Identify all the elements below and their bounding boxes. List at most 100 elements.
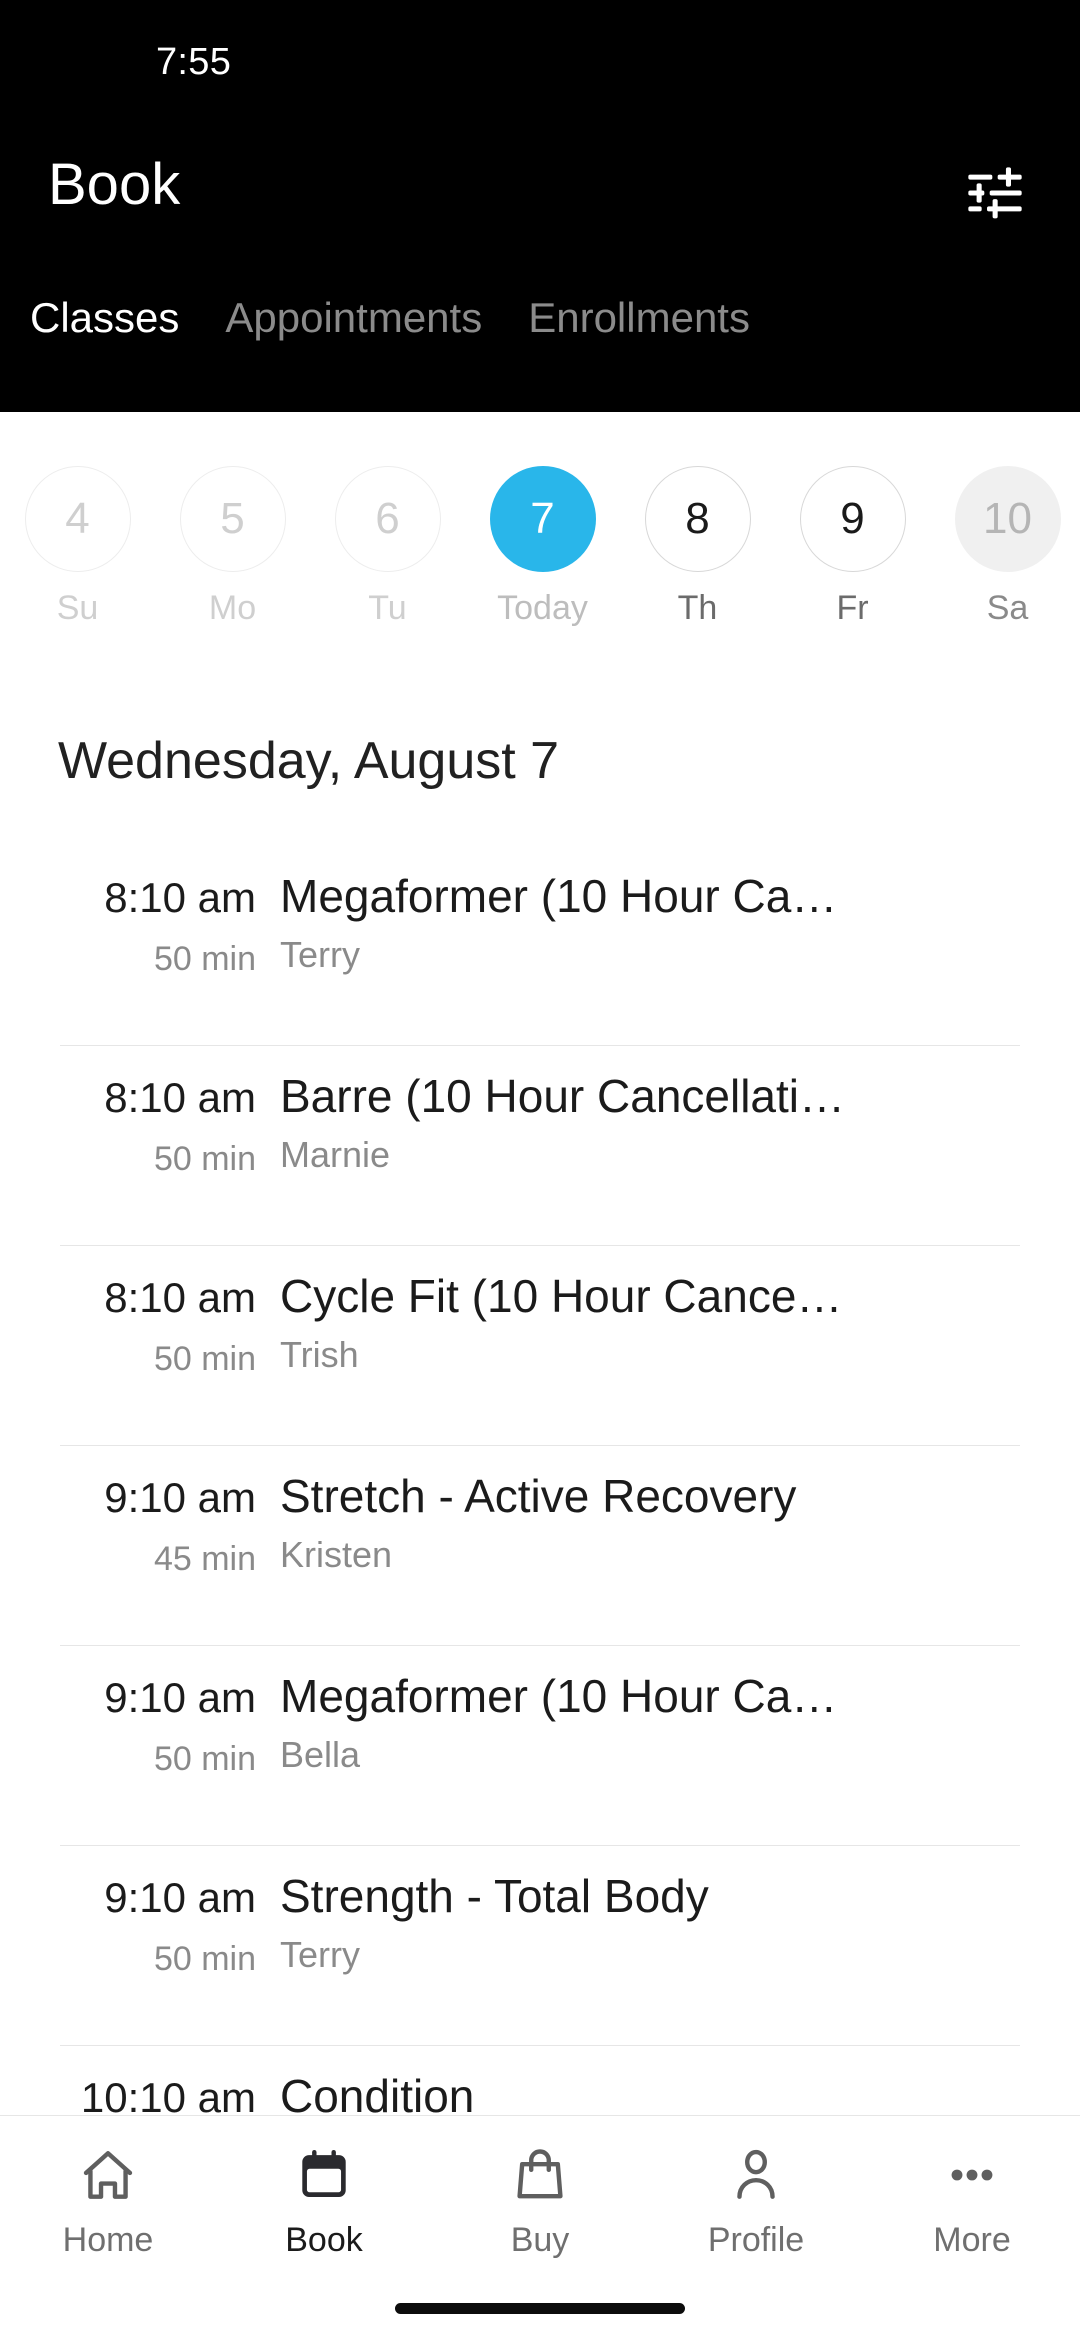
person-icon — [725, 2144, 787, 2206]
date-weekday: Fr — [836, 589, 869, 627]
date-weekday: Sa — [986, 589, 1029, 627]
class-time-column: 8:10 am 50 min — [0, 845, 280, 1045]
class-start-time: 9:10 am — [104, 1674, 256, 1721]
nav-item-more[interactable]: More — [864, 2144, 1080, 2260]
bag-icon — [509, 2144, 571, 2206]
app-screen: 7:55 Book Classes Appointments Enrollmen… — [0, 0, 1080, 2340]
class-list-item[interactable]: 9:10 am 50 min Megaformer (10 Hour Ca… B… — [0, 1645, 1080, 1845]
nav-label-more: More — [933, 2221, 1011, 2259]
date-number: 5 — [179, 466, 286, 572]
date-number: 4 — [24, 466, 131, 572]
title-bar: Book — [0, 120, 1080, 260]
date-number: 6 — [334, 466, 441, 572]
date-number: 8 — [644, 466, 751, 572]
class-info-column: Megaformer (10 Hour Ca… Terry — [280, 845, 1080, 1045]
class-instructor: Trish — [280, 1334, 359, 1375]
nav-item-home[interactable]: Home — [0, 2144, 216, 2260]
class-list-item[interactable]: 8:10 am 50 min Barre (10 Hour Cancellati… — [0, 1045, 1080, 1245]
class-list-item[interactable]: 8:10 am 50 min Megaformer (10 Hour Ca… T… — [0, 845, 1080, 1045]
date-cell-6[interactable]: 6 Tu — [310, 412, 465, 628]
section-tabs: Classes Appointments Enrollments — [0, 292, 1080, 382]
day-heading: Wednesday, August 7 — [58, 732, 560, 790]
class-name: Cycle Fit (10 Hour Cance… — [280, 1270, 843, 1322]
page-title: Book — [48, 152, 181, 217]
date-number: 7 — [489, 466, 596, 572]
class-info-column: Cycle Fit (10 Hour Cance… Trish — [280, 1245, 1080, 1445]
class-name: Barre (10 Hour Cancellati… — [280, 1070, 846, 1122]
home-icon — [77, 2144, 139, 2206]
status-bar-clock: 7:55 — [156, 41, 232, 83]
class-instructor: Terry — [280, 934, 360, 975]
class-time-column: 10:10 am — [0, 2045, 280, 2120]
date-weekday: Mo — [208, 589, 257, 627]
status-bar: 7:55 — [0, 0, 1080, 120]
class-time-column: 9:10 am 50 min — [0, 1645, 280, 1845]
class-name: Condition — [280, 2070, 475, 2120]
date-cell-5[interactable]: 5 Mo — [155, 412, 310, 628]
date-cell-9[interactable]: 9 Fr — [775, 412, 930, 628]
nav-item-profile[interactable]: Profile — [648, 2144, 864, 2260]
class-info-column: Condition — [280, 2045, 1080, 2120]
class-start-time: 9:10 am — [104, 1874, 256, 1921]
tab-classes[interactable]: Classes — [30, 292, 179, 344]
date-strip[interactable]: 4 Su 5 Mo 6 Tu 7 Today 8 Th 9 Fr 10 Sa — [0, 412, 1080, 662]
class-list-item[interactable]: 10:10 am Condition — [0, 2045, 1080, 2120]
more-dots-icon — [941, 2144, 1003, 2206]
class-list-item[interactable]: 8:10 am 50 min Cycle Fit (10 Hour Cance…… — [0, 1245, 1080, 1445]
date-weekday: Today — [497, 589, 588, 627]
class-duration: 50 min — [153, 1340, 256, 1378]
header-block: 7:55 Book Classes Appointments Enrollmen… — [0, 0, 1080, 412]
class-info-column: Megaformer (10 Hour Ca… Bella — [280, 1645, 1080, 1845]
nav-label-book: Book — [285, 2221, 363, 2259]
class-name: Stretch - Active Recovery — [280, 1470, 797, 1522]
class-duration: 50 min — [153, 940, 256, 978]
class-list-item[interactable]: 9:10 am 50 min Strength - Total Body Ter… — [0, 1845, 1080, 2045]
class-duration: 50 min — [153, 1740, 256, 1778]
class-info-column: Strength - Total Body Terry — [280, 1845, 1080, 2045]
date-cell-4[interactable]: 4 Su — [0, 412, 155, 628]
class-duration: 50 min — [153, 1140, 256, 1178]
class-instructor: Terry — [280, 1934, 360, 1975]
class-time-column: 9:10 am 45 min — [0, 1445, 280, 1645]
date-number: 9 — [799, 466, 906, 572]
class-duration: 45 min — [153, 1540, 256, 1578]
class-info-column: Barre (10 Hour Cancellati… Marnie — [280, 1045, 1080, 1245]
class-start-time: 10:10 am — [80, 2074, 256, 2120]
class-start-time: 8:10 am — [104, 1074, 256, 1121]
filter-button[interactable] — [952, 158, 1038, 228]
nav-label-profile: Profile — [707, 2221, 805, 2259]
date-cell-10[interactable]: 10 Sa — [930, 412, 1080, 628]
class-duration: 50 min — [153, 1940, 256, 1978]
tune-filter-icon — [952, 161, 1038, 225]
nav-item-book[interactable]: Book — [216, 2144, 432, 2260]
date-weekday: Su — [56, 589, 99, 627]
calendar-icon — [293, 2144, 355, 2206]
nav-label-buy: Buy — [510, 2221, 570, 2259]
class-name: Megaformer (10 Hour Ca… — [280, 1670, 838, 1722]
tab-appointments[interactable]: Appointments — [225, 292, 482, 344]
class-start-time: 8:10 am — [104, 874, 256, 921]
class-time-column: 8:10 am 50 min — [0, 1045, 280, 1245]
class-start-time: 8:10 am — [104, 1274, 256, 1321]
bottom-navigation-bar: Home Book Buy Profile More — [0, 2115, 1080, 2340]
class-instructor: Marnie — [280, 1134, 391, 1175]
date-weekday: Tu — [368, 589, 407, 627]
home-indicator — [395, 2303, 685, 2314]
class-list-item[interactable]: 9:10 am 45 min Stretch - Active Recovery… — [0, 1445, 1080, 1645]
date-cell-7-today-selected[interactable]: 7 Today — [465, 412, 620, 628]
date-cell-8[interactable]: 8 Th — [620, 412, 775, 628]
date-weekday: Th — [677, 589, 718, 627]
class-time-column: 8:10 am 50 min — [0, 1245, 280, 1445]
class-info-column: Stretch - Active Recovery Kristen — [280, 1445, 1080, 1645]
class-instructor: Kristen — [280, 1534, 393, 1575]
nav-label-home: Home — [62, 2221, 154, 2259]
class-instructor: Bella — [280, 1734, 361, 1775]
tab-enrollments[interactable]: Enrollments — [528, 292, 750, 344]
date-number: 10 — [954, 466, 1061, 572]
class-time-column: 9:10 am 50 min — [0, 1845, 280, 2045]
nav-item-buy[interactable]: Buy — [432, 2144, 648, 2260]
class-list[interactable]: 8:10 am 50 min Megaformer (10 Hour Ca… T… — [0, 845, 1080, 2120]
date-strip-track: 4 Su 5 Mo 6 Tu 7 Today 8 Th 9 Fr 10 Sa — [0, 412, 1080, 628]
class-name: Strength - Total Body — [280, 1870, 709, 1922]
class-start-time: 9:10 am — [104, 1474, 256, 1521]
